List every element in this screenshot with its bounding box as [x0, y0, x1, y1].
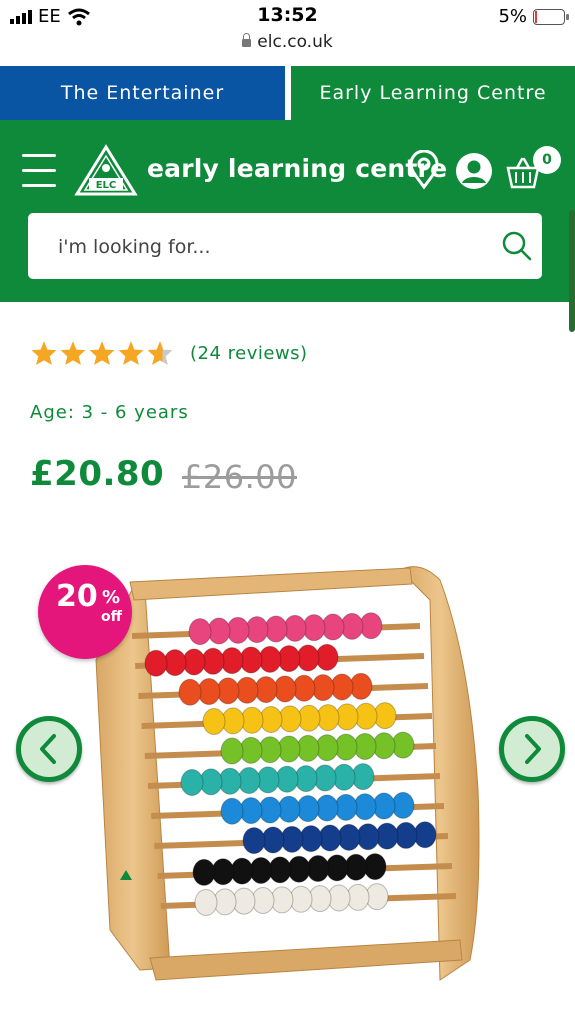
- previous-image-button[interactable]: [16, 716, 82, 782]
- abacus-bead: [194, 888, 218, 916]
- abacus-bead: [180, 768, 204, 796]
- account-icon[interactable]: [455, 152, 493, 190]
- battery-icon: [533, 8, 569, 25]
- discount-off: off: [101, 609, 122, 625]
- star-icon: [89, 341, 115, 365]
- product-rating[interactable]: (24 reviews): [30, 340, 308, 366]
- chevron-left-icon: [40, 734, 56, 764]
- menu-icon[interactable]: [22, 154, 56, 188]
- search-input[interactable]: [28, 213, 500, 281]
- review-count-link[interactable]: (24 reviews): [190, 343, 308, 364]
- abacus-bead: [242, 827, 266, 855]
- abacus-bead: [202, 708, 226, 736]
- rating-stars: [30, 340, 174, 366]
- battery-status: 5%: [498, 6, 569, 27]
- abacus-bead: [188, 618, 212, 646]
- basket-count-badge: 0: [533, 146, 561, 174]
- abacus-bead: [220, 737, 244, 765]
- tab-early-learning-centre[interactable]: Early Learning Centre: [285, 66, 575, 120]
- status-bar: EE 13:52 5% elc.co.uk: [0, 0, 575, 64]
- star-icon: [31, 341, 57, 365]
- half-star-icon: [147, 341, 173, 365]
- discount-symbol: %: [102, 587, 121, 608]
- clock: 13:52: [257, 4, 318, 26]
- scrollbar[interactable]: [569, 210, 575, 332]
- search-icon[interactable]: [500, 229, 534, 263]
- star-icon: [60, 341, 86, 365]
- battery-percent: 5%: [498, 6, 527, 27]
- age-range: Age: 3 - 6 years: [30, 402, 189, 423]
- brand-name[interactable]: early learning centre: [147, 154, 447, 183]
- abacus-bead: [144, 649, 168, 677]
- was-price: £26.00: [182, 458, 297, 496]
- url-text: elc.co.uk: [257, 32, 333, 52]
- next-image-button[interactable]: [499, 716, 565, 782]
- abacus-bead: [192, 858, 216, 886]
- svg-text:ELC: ELC: [96, 180, 117, 191]
- abacus-bead: [178, 678, 202, 706]
- address-bar[interactable]: elc.co.uk: [0, 32, 575, 52]
- lock-icon: [242, 33, 252, 47]
- location-pin-icon[interactable]: [407, 150, 441, 190]
- elc-logo-icon[interactable]: ELC: [74, 144, 138, 198]
- search-box: [28, 213, 542, 281]
- site-header: ELC early learning centre 0: [0, 120, 575, 332]
- discount-badge: 20 % off: [38, 565, 132, 659]
- tab-the-entertainer[interactable]: The Entertainer: [0, 66, 285, 120]
- discount-percent: 20: [56, 579, 98, 614]
- current-price: £20.80: [30, 454, 165, 494]
- abacus-bead: [220, 797, 244, 825]
- star-icon: [118, 341, 144, 365]
- product-image-gallery[interactable]: 20 % off: [0, 540, 575, 1024]
- store-tabs: The Entertainer Early Learning Centre: [0, 66, 575, 120]
- chevron-right-icon: [525, 734, 541, 764]
